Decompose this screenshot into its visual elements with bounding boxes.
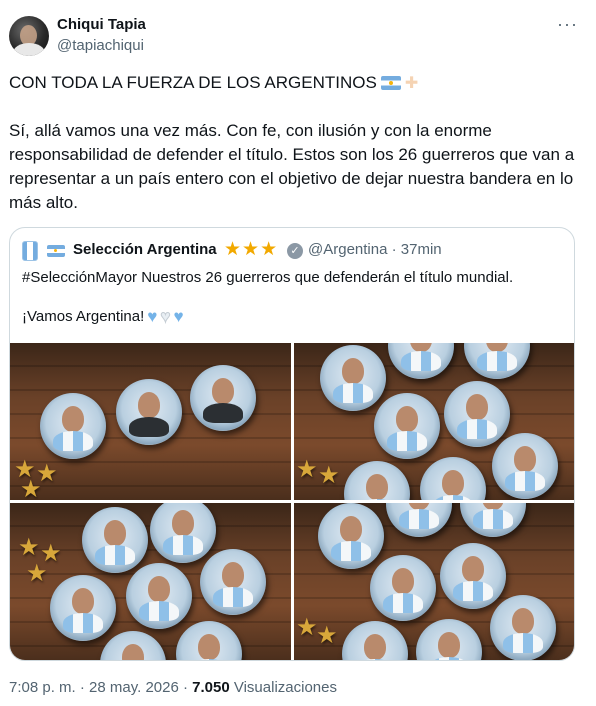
tweet-meta: 7:08 p. m. · 28 may. 2026 · 7.050 Visual… <box>9 679 337 696</box>
quoted-text-line2: ¡Vamos Argentina! ♥ ♥ ♥ <box>22 307 184 326</box>
player-pin <box>200 549 266 615</box>
player-pin <box>370 555 436 621</box>
player-pin <box>342 621 408 660</box>
star-icon: ★ <box>224 239 242 260</box>
blue-heart-icon: ♥ <box>147 307 158 326</box>
photo-pins-3[interactable]: ★ ★ ★ <box>10 503 291 660</box>
author-name[interactable]: Chiqui Tapia <box>57 16 146 33</box>
photo-pins-4[interactable]: ★ ★ <box>294 503 574 660</box>
white-heart-icon: ♥ <box>160 307 171 326</box>
headline-text: CON TODA LA FUERZA DE LOS ARGENTINOS <box>9 73 377 92</box>
player-pin <box>150 503 216 563</box>
gold-star-icon: ★ <box>316 622 338 649</box>
player-pin <box>318 503 384 569</box>
star-icon: ★ <box>242 239 260 260</box>
player-pin <box>490 595 556 660</box>
player-pin <box>444 381 510 447</box>
star-icon: ★ <box>260 239 278 260</box>
gold-star-icon: ★ <box>18 534 40 561</box>
player-pin <box>344 461 410 500</box>
gold-star-icon: ★ <box>318 462 340 489</box>
quoted-tweet[interactable]: Selección Argentina ★ ★ ★ ✓ @Argentina ·… <box>9 227 575 661</box>
avatar-body <box>13 43 45 56</box>
gold-star-icon: ★ <box>26 560 48 587</box>
player-pin <box>460 503 526 537</box>
quoted-text-vamos: ¡Vamos Argentina! <box>22 308 145 325</box>
player-pin <box>82 507 148 573</box>
author-avatar[interactable] <box>9 16 49 56</box>
tweet-headline: CON TODA LA FUERZA DE LOS ARGENTINOS ✚ <box>9 73 418 93</box>
photo-pins-2[interactable]: ★ ★ <box>294 343 574 500</box>
quoted-text-line1: #SelecciónMayor Nuestros 26 guerreros qu… <box>22 269 514 286</box>
player-pin <box>388 343 454 379</box>
world-cup-stars: ★ ★ ★ <box>224 240 277 260</box>
player-pin <box>50 575 116 641</box>
argentina-flag-icon <box>47 245 65 257</box>
verified-badge-icon: ✓ <box>287 243 303 259</box>
photo-pins-1[interactable]: ★ ★ ★ <box>10 343 291 500</box>
player-pin <box>126 563 192 629</box>
views-label: Visualizaciones <box>229 679 337 696</box>
quoted-handle-time[interactable]: @Argentina · 37min <box>308 241 442 258</box>
player-pin <box>420 457 486 500</box>
more-options-icon[interactable]: ··· <box>557 14 578 35</box>
flexed-biceps-icon: ✚ <box>404 75 419 92</box>
player-pin <box>416 619 482 660</box>
player-pin <box>440 543 506 609</box>
media-grid: ★ ★ ★ ★ ★ ★ ★ ★ ★ ★ <box>10 343 574 660</box>
player-pin <box>386 503 452 537</box>
views-count: 7.050 <box>192 679 230 696</box>
gold-star-icon: ★ <box>296 614 318 641</box>
player-pin <box>320 345 386 411</box>
blue-heart-icon: ♥ <box>173 307 184 326</box>
tweet-time-date[interactable]: 7:08 p. m. · 28 may. 2026 · <box>9 679 192 696</box>
author-handle[interactable]: @tapiachiqui <box>57 37 144 54</box>
player-pin <box>464 343 530 379</box>
argentina-flag-icon <box>380 76 401 90</box>
tweet-body: Sí, allá vamos una vez más. Con fe, con … <box>9 121 575 212</box>
player-pin <box>190 365 256 431</box>
gold-star-icon: ★ <box>296 456 318 483</box>
quoted-author-name[interactable]: Selección Argentina <box>73 241 217 258</box>
player-pin <box>116 379 182 445</box>
player-pin <box>374 393 440 459</box>
player-pin <box>176 621 242 660</box>
player-pin <box>100 631 166 660</box>
player-pin <box>40 393 106 459</box>
gold-star-icon: ★ <box>20 476 42 500</box>
player-pin <box>492 433 558 499</box>
afa-logo-icon[interactable] <box>22 241 38 261</box>
